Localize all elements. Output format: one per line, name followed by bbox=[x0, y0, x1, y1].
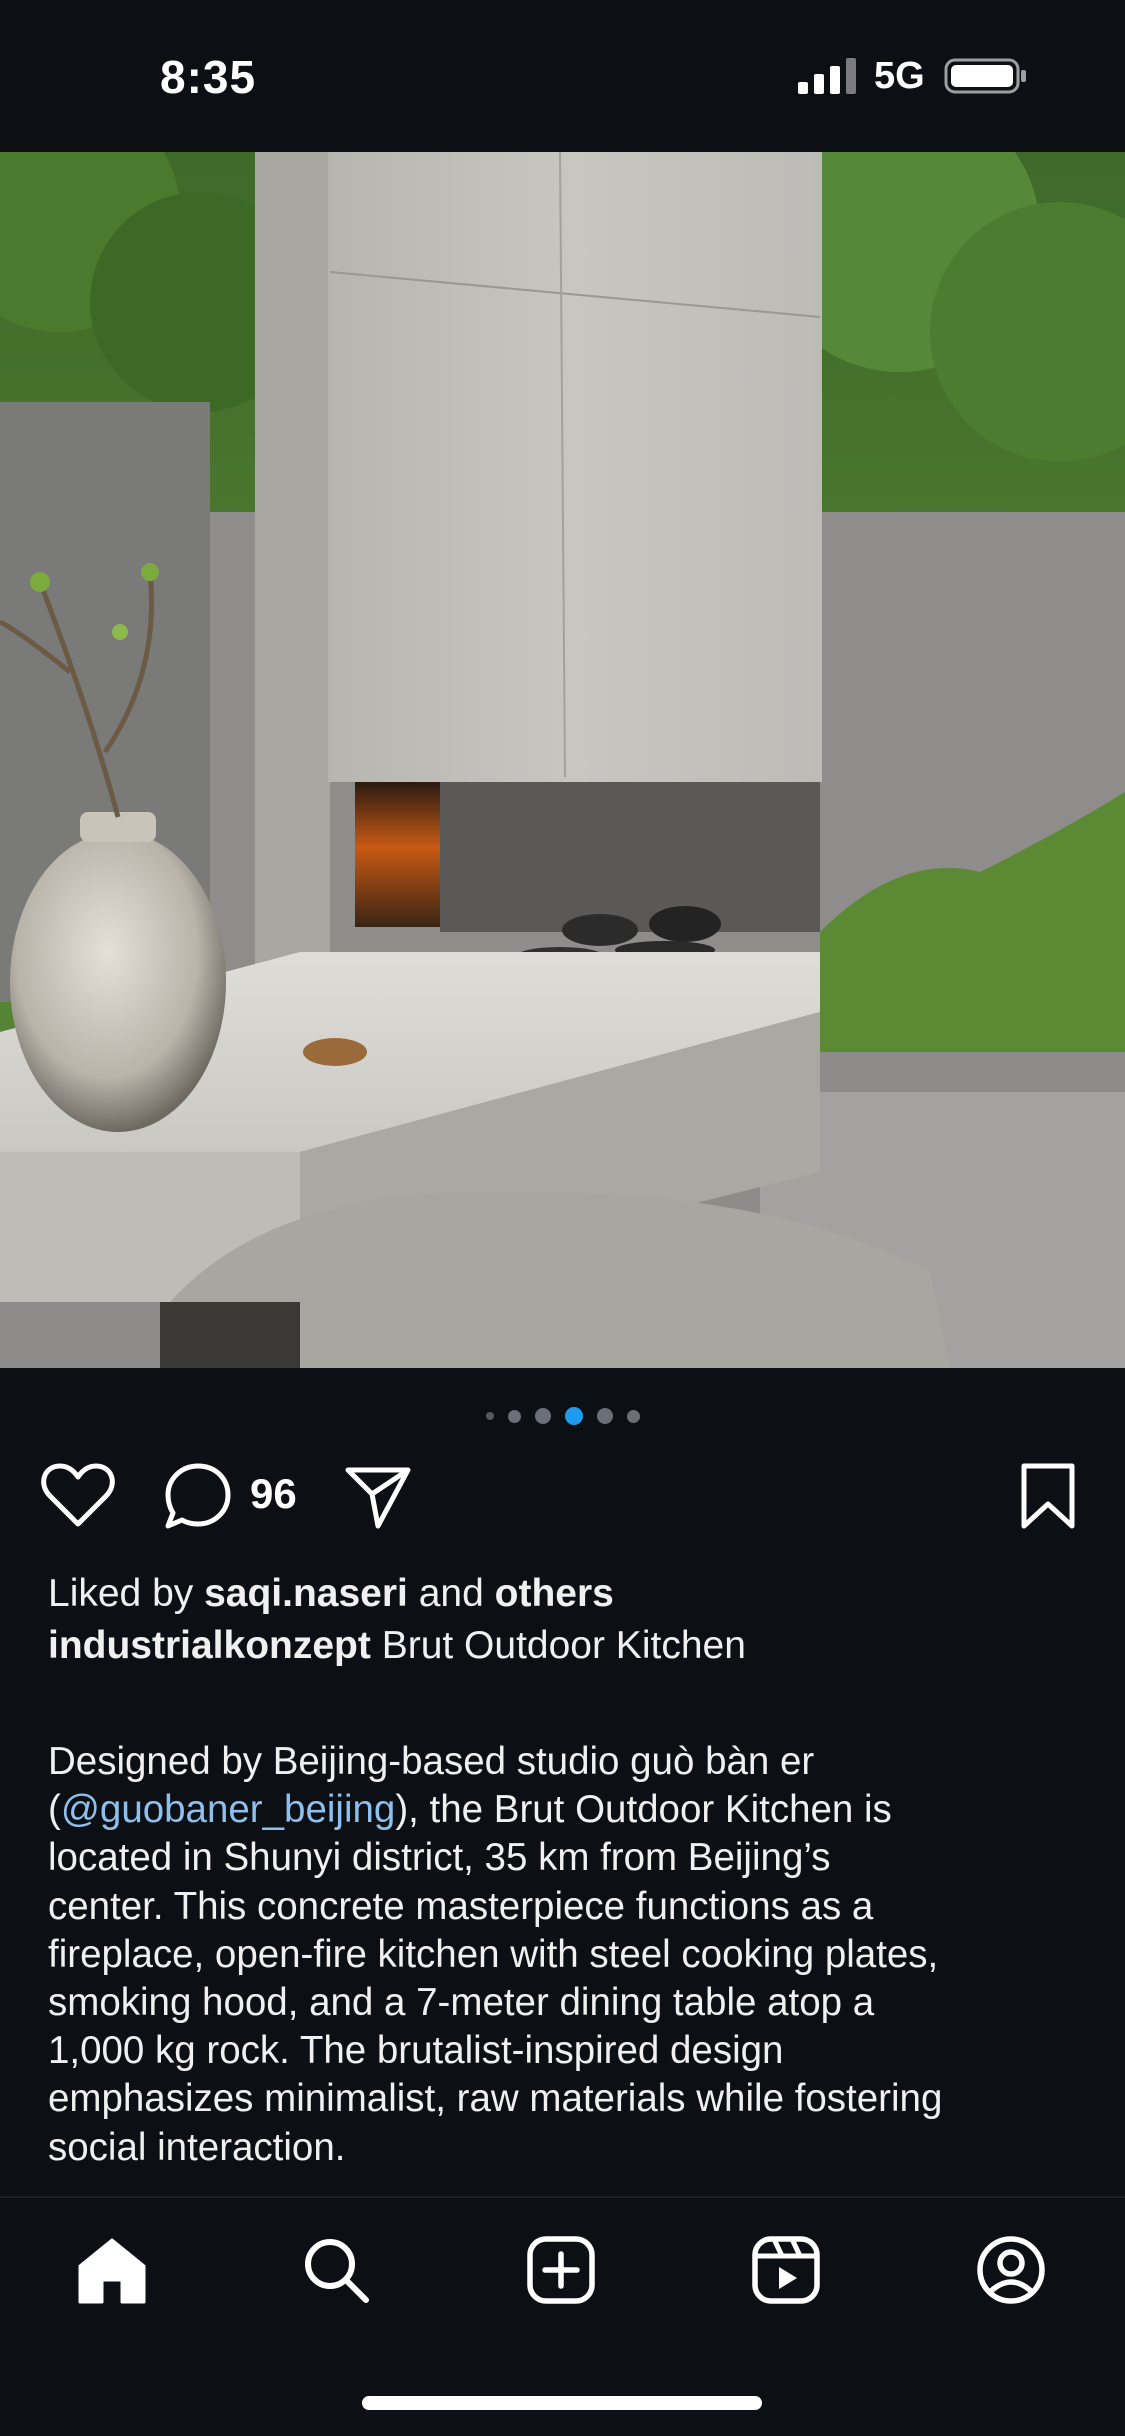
caption-line: located in Shunyi district, 35 km from B… bbox=[48, 1836, 831, 1880]
carousel-dot bbox=[596, 1408, 613, 1424]
like-heart-icon[interactable] bbox=[40, 1460, 116, 1530]
likes-others-link[interactable]: others bbox=[495, 1572, 614, 1615]
carousel-dot-active bbox=[564, 1407, 583, 1425]
mention-link[interactable]: @guobaner_beijing bbox=[61, 1788, 396, 1831]
battery-icon bbox=[944, 58, 1026, 94]
caption-line: social interaction. bbox=[48, 2125, 346, 2169]
caption-line: smoking hood, and a 7-meter dining table… bbox=[48, 1981, 875, 2025]
network-type: 5G bbox=[874, 55, 925, 97]
comment-count: 96 bbox=[250, 1470, 297, 1517]
caption-header: industrialkonzept Brut Outdoor Kitchen bbox=[48, 1624, 746, 1668]
caption-line: 1,000 kg rock. The brutalist-inspired de… bbox=[48, 2029, 784, 2073]
outdoor-kitchen-photo bbox=[0, 152, 1125, 1368]
caption-line-with-mention: (@guobaner_beijing), the Brut Outdoor Ki… bbox=[48, 1786, 1088, 1834]
caption-title: Brut Outdoor Kitchen bbox=[370, 1624, 746, 1667]
carousel-dot bbox=[626, 1409, 640, 1423]
carousel-dot bbox=[485, 1412, 494, 1420]
bottom-tab-bar bbox=[0, 2198, 1125, 2338]
profile-icon[interactable] bbox=[975, 2234, 1047, 2306]
post-actions: 96 bbox=[0, 1448, 1125, 1544]
likes-summary: Liked by saqi.naseri and others bbox=[48, 1572, 614, 1616]
reels-icon[interactable] bbox=[750, 2234, 822, 2306]
carousel-dot bbox=[507, 1409, 521, 1423]
status-time: 8:35 bbox=[160, 51, 257, 103]
caption-line-rest: ), the Brut Outdoor Kitchen is bbox=[395, 1788, 892, 1832]
liked-by-user-link[interactable]: saqi.naseri bbox=[204, 1572, 408, 1615]
search-icon[interactable] bbox=[300, 2234, 372, 2306]
likes-prefix: Liked by bbox=[48, 1572, 205, 1615]
likes-middle: and bbox=[407, 1572, 495, 1615]
carousel-dot bbox=[534, 1408, 551, 1424]
caption-line: emphasizes minimalist, raw materials whi… bbox=[48, 2077, 943, 2121]
create-post-icon[interactable] bbox=[525, 2234, 597, 2306]
caption-description: Designed by Beijing-based studio guò bàn… bbox=[48, 1738, 1088, 2172]
post-image[interactable] bbox=[0, 152, 1125, 1368]
caption-line: fireplace, open-fire kitchen with steel … bbox=[48, 1932, 939, 1976]
caption-line: Designed by Beijing-based studio guò bàn… bbox=[48, 1740, 815, 1783]
save-bookmark-icon[interactable] bbox=[1018, 1460, 1078, 1532]
caption-line: center. This concrete masterpiece functi… bbox=[48, 1884, 874, 1928]
home-icon[interactable] bbox=[76, 2234, 148, 2306]
status-bar: 8:35 5G bbox=[0, 0, 1125, 152]
cellular-signal-icon bbox=[798, 58, 856, 94]
comment-bubble-icon[interactable] bbox=[162, 1460, 234, 1532]
home-indicator[interactable] bbox=[362, 2396, 762, 2410]
share-send-icon[interactable] bbox=[342, 1460, 414, 1532]
caption-paren-open: ( bbox=[48, 1788, 61, 1832]
caption-username-link[interactable]: industrialkonzept bbox=[48, 1624, 371, 1667]
carousel-indicator bbox=[0, 1404, 1125, 1428]
instagram-post-screen: 8:35 5G 96 Liked by saqi.naseri and othe… bbox=[0, 0, 1125, 2436]
